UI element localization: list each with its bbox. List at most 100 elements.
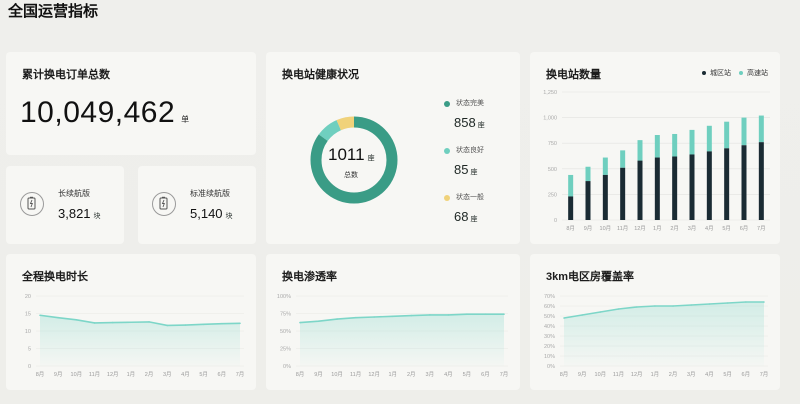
line-ytick-label: 0 [28,364,31,370]
bar-xtick-label: 11月 [617,225,628,232]
line-point [221,322,223,325]
bar-urban [672,156,678,220]
legend-dot-fair [444,195,450,201]
coverage-card: 3km电区房覆盖率 0% 10% 20% 30% 40% 50% 60% 70% 8月 9月 10月… [530,254,780,390]
bar-urban [654,157,660,220]
bar-ytick-label: 500 [548,167,557,173]
line-ytick-label: 10% [544,354,555,360]
line-point [447,314,450,316]
legend-label-fair: 状态一般 [456,194,484,201]
legend-value-fair-unit: 座 [470,216,478,223]
line-xtick-label: 8月 [296,371,305,378]
line-ytick-label: 0% [547,364,555,370]
bar-highway [654,135,660,158]
swap-duration-chart: 0 5 10 15 20 8月 9月 10月 11月 12月 1月 2月 3月 4月 5月 6月 7月 [25,294,244,378]
legend-value-perfect: 858 座 [454,114,485,132]
line-point [503,313,505,315]
bar-urban [602,174,608,220]
bar-urban [758,142,764,220]
line-xtick-label: 10月 [331,371,343,378]
line-point [39,314,41,317]
battery-icon [20,192,44,216]
line-xtick-label: 5月 [199,371,208,378]
line-xtick-label: 11月 [613,371,624,378]
line-xtick-label: 10月 [71,371,83,378]
line-xtick-label: 7月 [500,371,509,378]
standard-range-card: 标准续航版 5,140 块 [138,166,256,244]
line-point [391,315,394,318]
standard-range-unit: 块 [225,213,233,220]
line-xtick-label: 9月 [578,371,587,378]
long-range-unit: 块 [93,213,101,220]
line-point [111,321,114,324]
line-point [317,320,320,322]
line-xtick-label: 5月 [463,371,472,378]
line-ytick-label: 50% [544,314,555,320]
line-xtick-label: 12月 [368,371,380,378]
orders-value: 10,049,462 [20,96,176,129]
line-point [299,321,301,324]
line-point [148,321,150,323]
line-xtick-label: 1月 [651,371,660,378]
orders-value-row: 10,049,462 单 [20,96,189,130]
line-xtick-label: 1月 [388,371,397,378]
line-xtick-label: 3月 [426,371,435,378]
bar-xtick-label: 7月 [757,225,766,232]
line-xtick-label: 6月 [481,371,490,378]
legend-value-good-number: 85 [454,162,469,177]
standard-range-value-row: 5,140 块 [190,206,233,221]
line-ytick-label: 20 [25,294,31,300]
line-point [75,319,78,321]
legend-value-fair: 68 座 [454,208,477,226]
line-point [57,316,59,319]
line-ytick-label: 20% [544,344,555,350]
line-ytick-label: 10 [25,329,31,335]
bar-urban [724,148,730,220]
legend-value-perfect-number: 858 [454,115,476,130]
legend-label-good: 状态良好 [456,147,484,154]
line-xtick-label: 9月 [314,371,323,378]
line-point [563,317,565,319]
line-point [763,301,765,303]
penetration-card: 换电渗透率 0% 25% 50% 75% 100% 8月 9月 10月 11月 12月 1月 2月 3月… [266,254,520,390]
line-ytick-label: 60% [544,304,555,310]
orders-card: 累计换电订单总数 10,049,462 单 [6,52,256,155]
line-xtick-label: 10月 [595,371,607,378]
bar-highway [585,166,591,182]
line-point [239,322,241,325]
bar-highway [741,117,747,146]
bar-highway [724,121,730,149]
bar-highway [689,129,695,155]
health-total-label: 总数 [344,172,358,179]
line-point [635,306,638,308]
line-xtick-label: 7月 [760,371,769,378]
swap-duration-card: 全程换电时长 0 5 10 15 20 8月 9月 10月 11月 12月 1月 2月 3月 4月 5月 6月… [6,254,256,390]
bar-highway [706,125,712,152]
health-total-row: 1011 座 [328,145,375,165]
page-title: 全国运营指标 [8,3,99,20]
line-point [672,305,674,307]
line-point [184,324,187,326]
legend-dot-good [444,148,450,154]
line-ytick-label: 75% [280,312,291,318]
penetration-chart: 0% 25% 50% 75% 100% 8月 9月 10月 11月 12月 1月 2月 3月 4月 5月 6月… [277,294,509,378]
line-xtick-label: 3月 [687,371,696,378]
health-total-unit: 座 [367,155,375,162]
bar-urban [741,145,747,220]
legend-value-perfect-unit: 座 [477,122,485,129]
line-ytick-label: 0% [283,364,291,370]
health-card: 换电站健康状况 1011 座 总数 状态完美 858 座 状态良好 85 座 状态一… [266,52,520,244]
bar-xtick-label: 10月 [600,225,612,232]
line-xtick-label: 5月 [723,371,732,378]
bar-highway [568,174,574,197]
coverage-chart: 0% 10% 20% 30% 40% 50% 60% 70% 8月 9月 10月 11月 12月 1月 2月… [544,294,769,378]
line-xtick-label: 4月 [181,371,190,378]
line-xtick-label: 4月 [705,371,714,378]
line-xtick-label: 2月 [669,371,678,378]
legend-value-good-unit: 座 [470,169,478,176]
long-range-card: 长续航版 3,821 块 [6,166,124,244]
bar-xtick-label: 9月 [584,225,593,232]
line-xtick-label: 8月 [560,371,569,378]
bar-highway [620,150,626,168]
line-point [726,302,729,304]
